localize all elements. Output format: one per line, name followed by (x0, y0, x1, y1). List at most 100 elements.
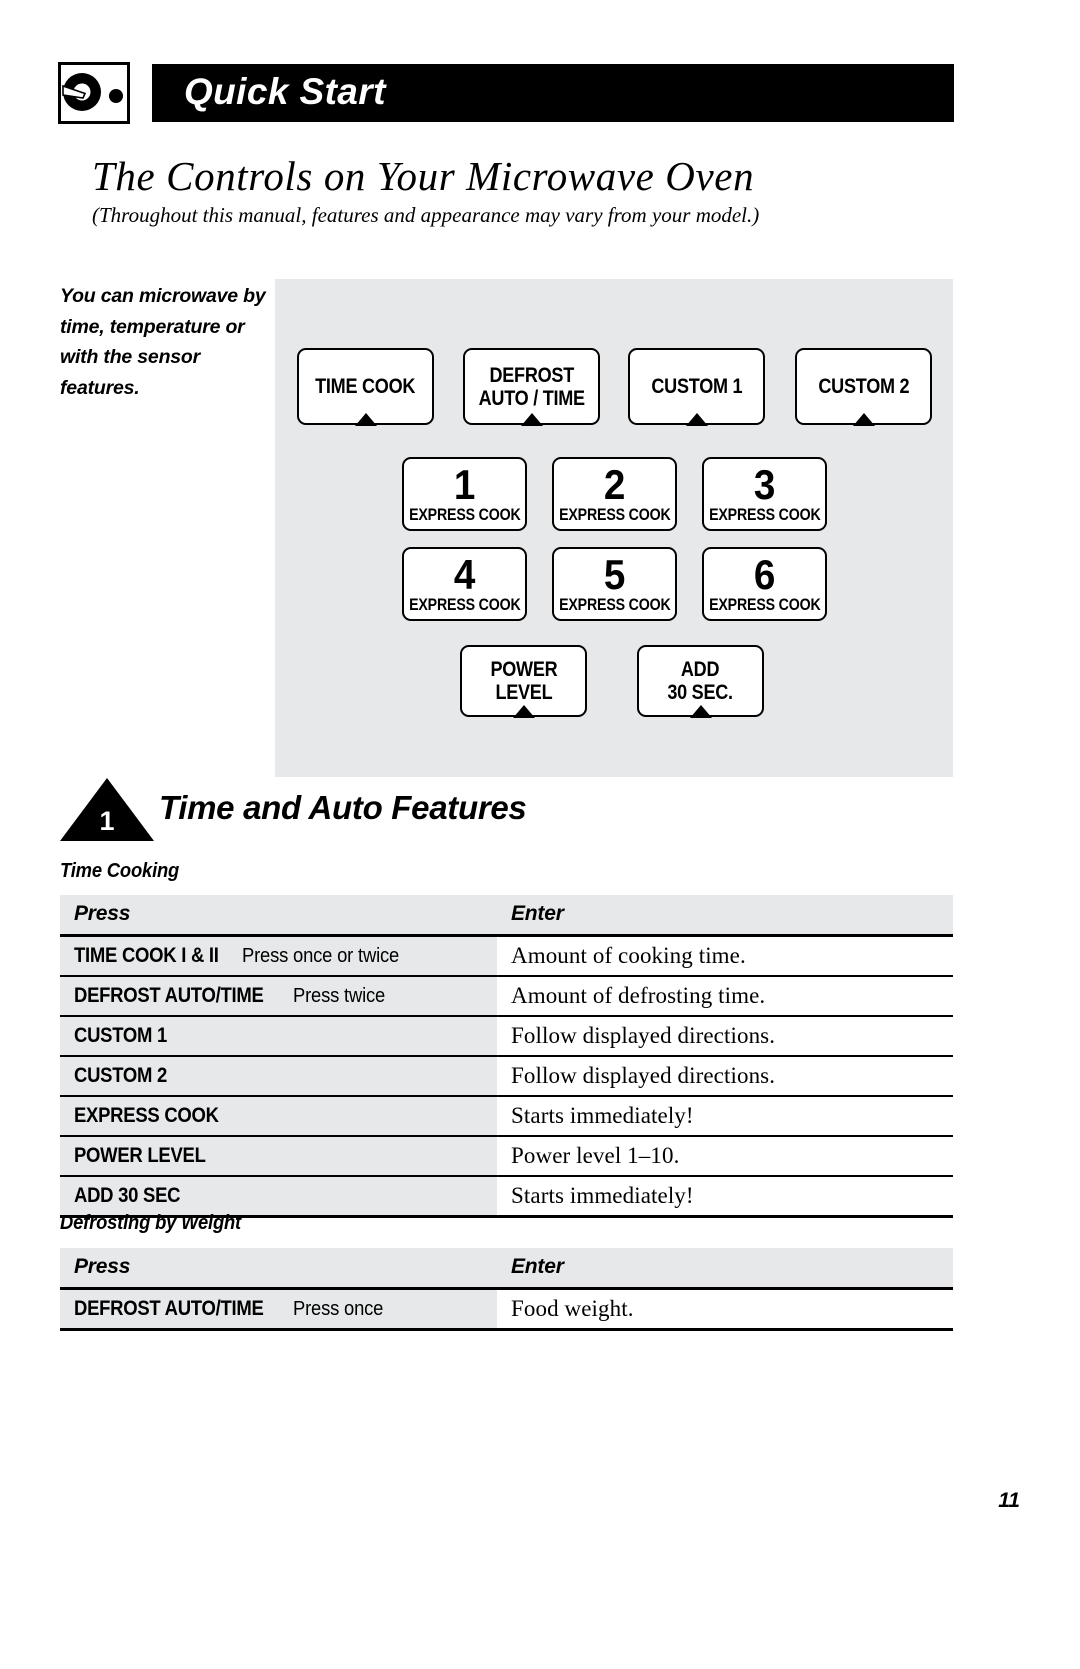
enter-text: Follow displayed directions. (511, 1062, 776, 1088)
enter-text: Starts immediately! (511, 1182, 694, 1208)
enter-text: Power level 1–10. (511, 1142, 680, 1168)
triangle-up-icon (354, 413, 377, 426)
column-header-press: Press (60, 895, 497, 937)
button-label: CUSTOM 2 (818, 375, 909, 398)
panel-button-time-cook[interactable]: TIME COOK (297, 348, 434, 426)
press-button-name: EXPRESS COOK (74, 1103, 219, 1127)
triangle-up-icon (512, 705, 535, 718)
cell-press: EXPRESS COOK (60, 1096, 497, 1137)
panel-button-defrost-auto-time[interactable]: DEFROST AUTO / TIME (463, 348, 600, 426)
table-row: DEFROST AUTO/TIME Press once Food weight. (60, 1288, 953, 1331)
button-sublabel: EXPRESS COOK (408, 506, 521, 524)
panel-button-express-cook-6[interactable]: 6 EXPRESS COOK (702, 547, 827, 621)
enter-text: Amount of defrosting time. (511, 982, 766, 1008)
sidebar-blurb: You can microwave by time, temperature o… (60, 285, 266, 399)
step-number: 1 (99, 806, 115, 836)
button-sublabel: EXPRESS COOK (408, 596, 521, 614)
cell-press: TIME COOK I & II Press once or twice (60, 935, 497, 977)
enter-text: Follow displayed directions. (511, 1022, 776, 1048)
cell-press: DEFROST AUTO/TIME Press twice (60, 976, 497, 1017)
press-button-name: CUSTOM 2 (74, 1063, 168, 1087)
table-time-cooking: Press Enter TIME COOK I & II Press once o… (60, 895, 953, 1218)
step-heading: 1 Time and Auto Features (60, 778, 960, 842)
press-button-name: TIME COOK I & II (74, 943, 219, 967)
cell-enter: Starts immediately! (497, 1096, 953, 1137)
table-caption-defrosting-by-weight: Defrosting by Weight (60, 1212, 242, 1234)
step-title: Time and Auto Features (159, 789, 527, 826)
triangle-up-icon (689, 705, 712, 718)
control-panel-diagram: TIME COOK DEFROST AUTO / TIME CUSTOM 1 C… (275, 279, 953, 777)
cell-enter: Follow displayed directions. (497, 1016, 953, 1057)
page-header: Quick Start (0, 62, 1080, 124)
table-row: EXPRESS COOK Starts immediately! (60, 1096, 953, 1137)
quick-start-banner: Quick Start (152, 64, 954, 122)
panel-button-express-cook-3[interactable]: 3 EXPRESS COOK (702, 457, 827, 531)
button-label: POWER LEVEL (490, 658, 557, 704)
table-header-row: Press Enter (60, 1248, 953, 1290)
button-sublabel: EXPRESS COOK (558, 506, 671, 524)
control-knob-icon (58, 62, 130, 124)
press-note: Press twice (293, 984, 386, 1007)
table-header-row: Press Enter (60, 895, 953, 937)
button-number: 4 (453, 551, 476, 598)
cell-press: DEFROST AUTO/TIME Press once (60, 1288, 497, 1331)
panel-button-express-cook-2[interactable]: 2 EXPRESS COOK (552, 457, 677, 531)
column-header-press: Press (60, 1248, 497, 1290)
cell-press: CUSTOM 2 (60, 1056, 497, 1097)
button-number: 5 (603, 551, 626, 598)
panel-button-add-30-sec[interactable]: ADD 30 SEC. (637, 645, 764, 718)
button-number: 2 (603, 461, 626, 508)
page-title: The Controls on Your Microwave Oven (92, 153, 755, 199)
cell-enter: Amount of defrosting time. (497, 976, 953, 1017)
table-row: CUSTOM 1 Follow displayed directions. (60, 1016, 953, 1057)
cell-enter: Power level 1–10. (497, 1136, 953, 1177)
panel-button-express-cook-1[interactable]: 1 EXPRESS COOK (402, 457, 527, 531)
button-sublabel: EXPRESS COOK (708, 596, 821, 614)
button-label: TIME COOK (315, 375, 416, 398)
button-label: DEFROST AUTO / TIME (478, 363, 585, 410)
enter-text: Amount of cooking time. (511, 942, 746, 968)
enter-text: Starts immediately! (511, 1102, 694, 1128)
document-page: Quick Start The Controls on Your Microwa… (0, 0, 1080, 1669)
press-button-name: CUSTOM 1 (74, 1023, 168, 1047)
table-row: TIME COOK I & II Press once or twice Amou… (60, 935, 953, 977)
panel-button-custom-1[interactable]: CUSTOM 1 (628, 348, 765, 426)
press-button-name: DEFROST AUTO/TIME (74, 983, 264, 1007)
press-button-name: DEFROST AUTO/TIME (74, 1296, 264, 1320)
cell-press: CUSTOM 1 (60, 1016, 497, 1057)
button-number: 6 (753, 551, 776, 598)
panel-button-custom-2[interactable]: CUSTOM 2 (795, 348, 932, 426)
press-note: Press once (293, 1297, 384, 1320)
triangle-up-icon (520, 413, 543, 426)
triangle-up-icon (685, 413, 708, 426)
button-number: 3 (753, 461, 776, 508)
enter-text: Food weight. (511, 1295, 634, 1321)
panel-button-power-level[interactable]: POWER LEVEL (460, 645, 587, 718)
table-row: DEFROST AUTO/TIME Press twice Amount of d… (60, 976, 953, 1017)
banner-title: Quick Start (184, 71, 386, 113)
press-button-name: POWER LEVEL (74, 1143, 206, 1167)
press-note: Press once or twice (242, 944, 400, 967)
button-sublabel: EXPRESS COOK (708, 506, 821, 524)
table-defrosting-by-weight: Press Enter DEFROST AUTO/TIME Press once … (60, 1248, 953, 1331)
cell-enter: Amount of cooking time. (497, 935, 953, 977)
triangle-up-icon (852, 413, 875, 426)
table-row: POWER LEVEL Power level 1–10. (60, 1136, 953, 1177)
cell-enter: Follow displayed directions. (497, 1056, 953, 1097)
table-row: ADD 30 SEC Starts immediately! (60, 1176, 953, 1218)
button-label: ADD 30 SEC. (667, 658, 734, 704)
button-label: CUSTOM 1 (651, 375, 742, 398)
panel-button-express-cook-5[interactable]: 5 EXPRESS COOK (552, 547, 677, 621)
page-number: 11 (998, 1489, 1020, 1512)
table-caption-time-cooking: Time Cooking (60, 860, 180, 882)
cell-press: ADD 30 SEC (60, 1176, 497, 1218)
button-number: 1 (453, 461, 476, 508)
table-row: CUSTOM 2 Follow displayed directions. (60, 1056, 953, 1097)
cell-enter: Starts immediately! (497, 1176, 953, 1218)
press-button-name: ADD 30 SEC (74, 1183, 181, 1207)
panel-button-express-cook-4[interactable]: 4 EXPRESS COOK (402, 547, 527, 621)
cell-enter: Food weight. (497, 1288, 953, 1331)
column-header-enter: Enter (497, 1248, 953, 1290)
button-sublabel: EXPRESS COOK (558, 596, 671, 614)
column-header-enter: Enter (497, 895, 953, 937)
